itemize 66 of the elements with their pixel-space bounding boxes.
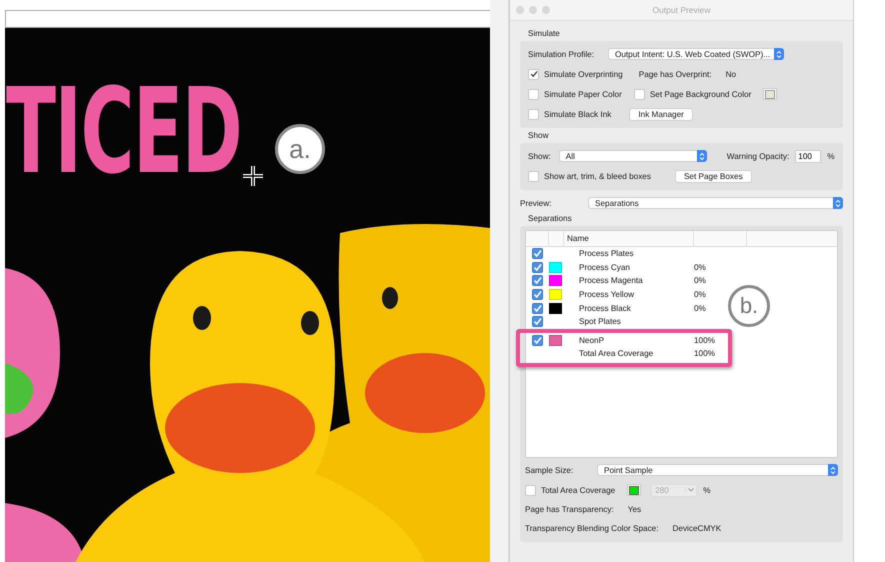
simulation-profile-dropdown[interactable]: Output Intent: U.S. Web Coated (SWOP)... — [608, 48, 784, 60]
plate-name: NeonP — [578, 336, 606, 345]
section-label: Separations — [527, 213, 573, 225]
stepper-icon — [828, 464, 838, 476]
field-label: Sample Size: — [525, 466, 574, 474]
section-label: Show — [527, 130, 550, 142]
plate-name: Total Area Coverage — [578, 349, 654, 358]
crosshair-cursor-icon — [242, 165, 264, 187]
plate-name: Process Yellow — [578, 290, 636, 300]
checkbox[interactable] — [634, 88, 645, 100]
coverage-value: 100% — [694, 336, 716, 345]
stepper-icon — [833, 197, 843, 209]
coverage-value: 100% — [694, 349, 716, 358]
plate-name: Process Cyan — [578, 262, 631, 272]
checkbox[interactable] — [528, 108, 539, 120]
column-header: Name — [564, 231, 694, 246]
set-page-boxes-button[interactable]: Set Page Boxes — [674, 170, 752, 182]
plate-name: Process Magenta — [578, 276, 644, 286]
checkbox-label: Simulate Overprinting — [544, 70, 623, 78]
checkbox-label: Simulate Black Ink — [544, 110, 612, 118]
field-label: Warning Opacity: — [726, 152, 790, 160]
callout-marker: b. — [728, 284, 770, 327]
coverage-value: 0% — [694, 290, 707, 300]
checkbox[interactable] — [532, 275, 543, 286]
plate-name: Process Black — [578, 304, 632, 313]
checkbox[interactable] — [528, 88, 539, 100]
checkbox-label: Show art, trim, & bleed boxes — [544, 172, 651, 180]
callout-marker: a. — [275, 124, 325, 174]
checkbox-label: Simulate Paper Color — [544, 90, 622, 98]
unit-label: % — [827, 152, 835, 160]
plate-name: Process Plates — [578, 249, 635, 258]
field-label: Preview: — [520, 198, 552, 208]
preview-dropdown[interactable]: Separations — [588, 197, 843, 209]
coverage-value: 0% — [694, 262, 707, 272]
show-dropdown[interactable]: All — [558, 150, 707, 162]
ink-manager-button[interactable]: Ink Manager — [629, 108, 693, 120]
info-label: Page has Transparency: — [525, 505, 614, 514]
opacity-input[interactable]: 100 — [795, 150, 822, 162]
info-label: Page has Overprint: — [638, 70, 712, 78]
unit-label: % — [703, 486, 710, 494]
coverage-value: 0% — [694, 276, 707, 286]
checkbox[interactable] — [532, 262, 543, 273]
checkbox[interactable] — [528, 170, 539, 182]
checkbox-label: Set Page Background Color — [650, 90, 752, 98]
stepper-icon — [774, 48, 784, 60]
checkbox[interactable] — [532, 248, 543, 260]
section-label: Simulate — [527, 28, 561, 40]
headline-text: TICED — [6, 72, 242, 190]
chevron-down-icon — [685, 488, 696, 492]
checkbox[interactable] — [532, 289, 543, 300]
checkbox[interactable] — [532, 302, 543, 314]
info-value: DeviceCMYK — [672, 524, 722, 533]
field-label: Show: — [528, 152, 551, 160]
plate-name: Spot Plates — [578, 317, 622, 326]
field-label: Simulation Profile: — [528, 50, 594, 58]
color-swatch-button[interactable] — [763, 88, 778, 100]
checkbox[interactable] — [532, 316, 543, 328]
checkbox-label: Total Area Coverage — [541, 486, 616, 494]
checkbox[interactable] — [528, 68, 539, 80]
stepper-icon — [696, 150, 707, 162]
info-label: Transparency Blending Color Space: — [525, 524, 658, 533]
info-value: No — [726, 70, 736, 78]
checkbox[interactable] — [532, 334, 543, 346]
sample-size-dropdown[interactable]: Point Sample — [597, 464, 838, 476]
window-title: Output Preview — [651, 5, 712, 15]
info-value: Yes — [628, 505, 642, 514]
